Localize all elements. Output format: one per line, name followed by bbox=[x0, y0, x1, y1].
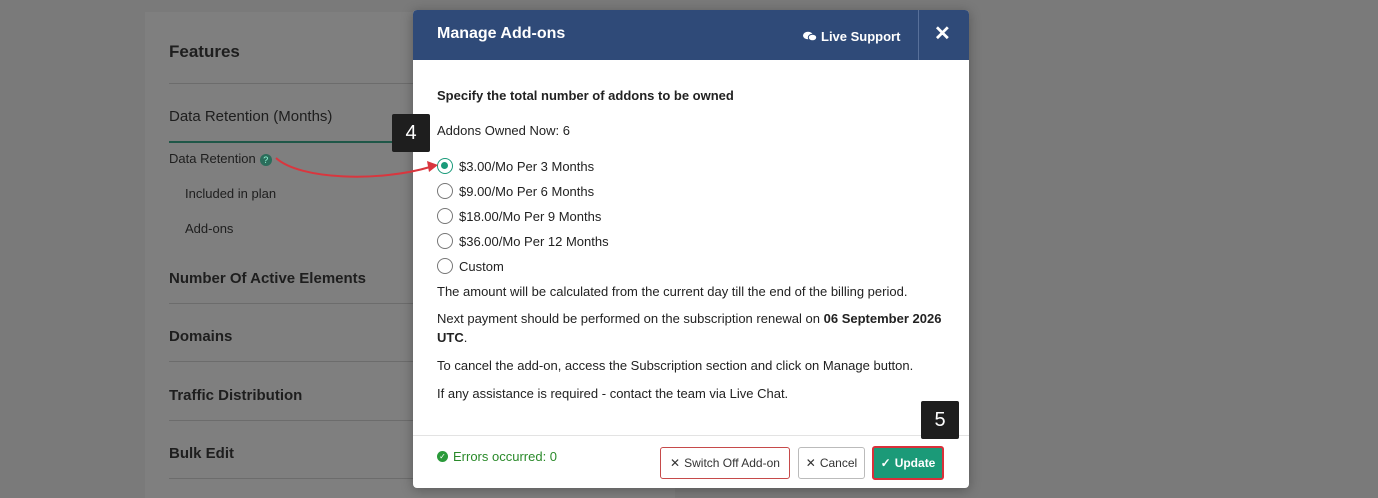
option-12-months[interactable]: $36.00/Mo Per 12 Months bbox=[437, 233, 609, 249]
update-button[interactable]: ✓ Update bbox=[872, 446, 944, 480]
modal-header: Manage Add-ons Live Support ✕ bbox=[413, 10, 969, 60]
header-divider bbox=[918, 10, 919, 60]
divider bbox=[169, 83, 429, 84]
live-support-label: Live Support bbox=[821, 29, 901, 44]
note-next-payment-end: . bbox=[463, 330, 468, 345]
divider bbox=[169, 361, 429, 362]
switch-off-addon-button[interactable]: ✕ Switch Off Add-on bbox=[660, 447, 790, 479]
note-assist: If any assistance is required - contact … bbox=[437, 386, 789, 401]
check-icon: ✓ bbox=[880, 456, 891, 470]
check-circle-icon: ✓ bbox=[437, 451, 448, 462]
help-icon[interactable]: ? bbox=[259, 153, 272, 166]
section-active-elements[interactable]: Number Of Active Elements bbox=[169, 270, 366, 287]
chat-icon bbox=[803, 31, 817, 42]
section-data-retention[interactable]: Data Retention (Months) bbox=[169, 108, 332, 125]
errors-status: ✓ Errors occurred: 0 bbox=[437, 449, 557, 464]
modal-title: Manage Add-ons bbox=[437, 25, 566, 42]
option-label: $36.00/Mo Per 12 Months bbox=[459, 233, 609, 249]
update-label: Update bbox=[894, 456, 936, 470]
specify-heading: Specify the total number of addons to be… bbox=[437, 88, 734, 103]
radio-button[interactable] bbox=[437, 233, 453, 249]
data-retention-label: Data Retention bbox=[169, 151, 256, 166]
close-icon: ✕ bbox=[805, 456, 816, 470]
option-label: $18.00/Mo Per 9 Months bbox=[459, 208, 602, 224]
live-support-link[interactable]: Live Support bbox=[803, 29, 900, 44]
step-badge-4: 4 bbox=[392, 114, 430, 152]
note-cancel: To cancel the add-on, access the Subscri… bbox=[437, 358, 914, 373]
included-in-plan-label: Included in plan bbox=[185, 186, 277, 201]
switch-off-label: Switch Off Add-on bbox=[684, 456, 780, 470]
option-3-months[interactable]: $3.00/Mo Per 3 Months bbox=[437, 158, 594, 174]
section-domains[interactable]: Domains bbox=[169, 328, 232, 345]
data-retention-row: Data Retention? bbox=[169, 151, 272, 166]
features-title: Features bbox=[169, 42, 240, 61]
divider bbox=[169, 420, 429, 421]
option-label: $9.00/Mo Per 6 Months bbox=[459, 183, 595, 199]
modal-footer: ✓ Errors occurred: 0 ✕ Switch Off Add-on… bbox=[413, 435, 969, 488]
note-next-payment: Next payment should be performed on the … bbox=[437, 309, 947, 347]
note-next-payment-text: Next payment should be performed on the … bbox=[437, 311, 824, 326]
option-custom[interactable]: Custom bbox=[437, 258, 504, 274]
radio-button[interactable] bbox=[437, 183, 453, 199]
active-section-underline bbox=[169, 141, 429, 143]
radio-button[interactable] bbox=[437, 158, 453, 174]
option-6-months[interactable]: $9.00/Mo Per 6 Months bbox=[437, 183, 594, 199]
cancel-label: Cancel bbox=[819, 456, 858, 470]
radio-button[interactable] bbox=[437, 208, 453, 224]
errors-label: Errors occurred: 0 bbox=[453, 449, 558, 464]
divider bbox=[169, 303, 429, 304]
section-bulk-edit[interactable]: Bulk Edit bbox=[169, 445, 234, 462]
option-9-months[interactable]: $18.00/Mo Per 9 Months bbox=[437, 208, 601, 224]
addons-owned-now: Addons Owned Now: 6 bbox=[437, 123, 570, 138]
addons-label: Add-ons bbox=[185, 221, 234, 236]
radio-button[interactable] bbox=[437, 258, 453, 274]
note-amount: The amount will be calculated from the c… bbox=[437, 284, 908, 299]
section-traffic-distribution[interactable]: Traffic Distribution bbox=[169, 387, 302, 404]
close-icon[interactable]: ✕ bbox=[934, 21, 951, 46]
option-label: $3.00/Mo Per 3 Months bbox=[459, 158, 595, 174]
option-label: Custom bbox=[459, 258, 504, 274]
step-badge-5: 5 bbox=[921, 401, 959, 439]
cancel-button[interactable]: ✕ Cancel bbox=[798, 447, 865, 479]
manage-addons-modal: Manage Add-ons Live Support ✕ Specify th… bbox=[413, 10, 969, 488]
close-icon: ✕ bbox=[670, 456, 681, 470]
divider bbox=[169, 478, 429, 479]
